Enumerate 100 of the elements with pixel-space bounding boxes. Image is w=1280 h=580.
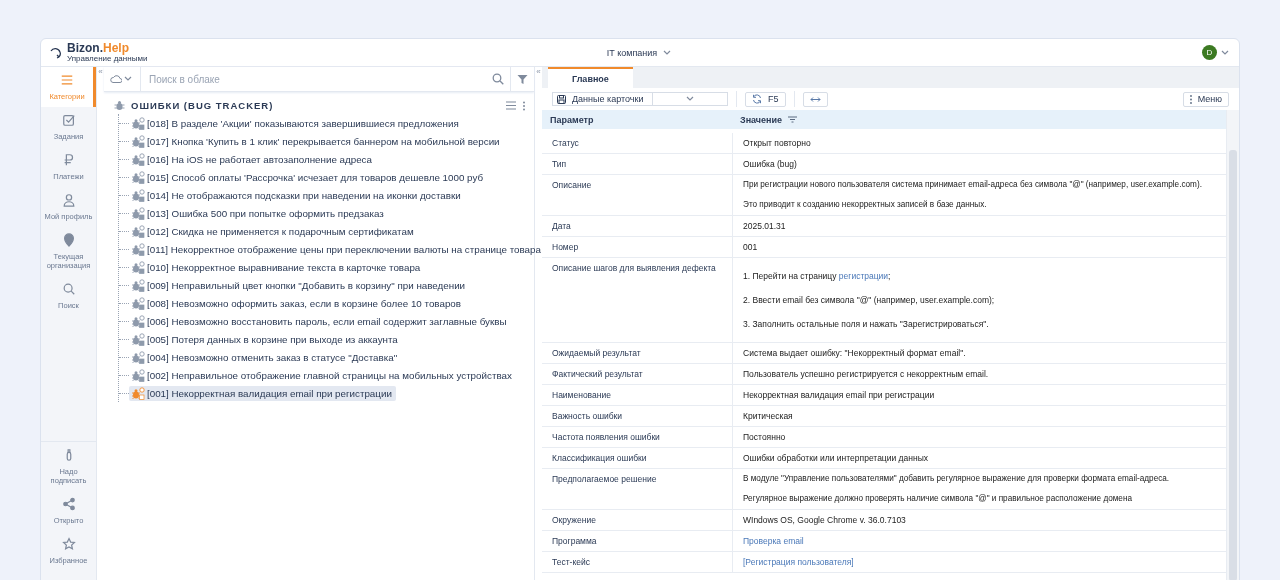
bug-icon <box>131 260 145 274</box>
bug-icon <box>131 170 145 184</box>
refresh-icon <box>752 94 762 104</box>
search-field[interactable]: Поиск в облаке <box>141 73 486 85</box>
menu-button[interactable]: Меню <box>1182 91 1229 107</box>
value-cell-text: Некорректная валидация email при регистрации <box>743 389 936 402</box>
parameter-cell-text: Фактический результат <box>551 368 644 381</box>
refresh-button[interactable]: F5 <box>745 91 786 107</box>
brand-name: Bizon.Help <box>67 42 130 54</box>
tree-item[interactable]: [006] Невозможно восстановить пароль, если email содержит заглавные буквы <box>129 313 511 329</box>
search-icon <box>61 282 76 296</box>
parameter-cell-text: Статус <box>551 137 580 150</box>
expand-button[interactable] <box>802 91 828 107</box>
tree-item[interactable]: [005] Потеря данных в корзине при выходе из аккаунта <box>129 331 402 347</box>
value-cell-text: Ошибка (bug) <box>743 158 798 171</box>
column-header: Параметр <box>549 114 595 125</box>
value-link[interactable]: Проверка email <box>743 536 804 546</box>
more-icon[interactable] <box>522 100 526 111</box>
parameter-cell-text: Классификация ошибки <box>551 452 648 465</box>
bug-icon <box>131 314 145 328</box>
tree-item[interactable]: [004] Невозможно отменить заказ в статусе "Доставка" <box>129 349 402 365</box>
share-icon <box>61 497 76 511</box>
pin-icon <box>61 233 76 247</box>
step-text: 2. Ввести email без символа "@" (например, user.example.com); <box>743 294 996 307</box>
list-icon[interactable] <box>506 101 516 110</box>
value-cell-text: 2025.01.31 <box>743 220 787 233</box>
filter-icon <box>517 73 528 85</box>
value-paragraph: Регулярное выражение должно проверять наличие символа "@" и правильное расположение домена <box>743 493 1133 505</box>
tree-item[interactable]: [016] На iOS не работает автозаполнение адреса <box>129 151 376 167</box>
bug-icon <box>131 296 145 310</box>
parameter-cell-text: Дата <box>551 220 572 233</box>
value-paragraph: При регистрации нового пользователя система принимает email-адреса без символа "@" (например, user.example.com). <box>743 179 1203 191</box>
value-cell-text: Система выдает ошибку: "Некорректный формат email". <box>743 347 967 360</box>
parameter-cell-text: Номер <box>551 241 580 254</box>
bug-icon <box>131 152 145 166</box>
horizontal-arrows-icon <box>809 95 821 103</box>
person-icon <box>61 193 76 207</box>
tree-item[interactable]: [002] Неправильное отображение главной страницы на мобильных устройствах <box>129 367 516 383</box>
menu-icon <box>60 73 74 87</box>
tree-item[interactable]: [001] Некорректная валидация email при регистрации <box>129 385 396 401</box>
bug-icon <box>131 278 145 292</box>
brand-subtitle: Управление данными <box>67 55 148 63</box>
chevron-down-icon <box>663 49 672 56</box>
bug-icon <box>131 206 145 220</box>
step-text: 3. Заполнить остальные поля и нажать "Зарегистрироваться". <box>743 318 990 331</box>
bug-icon <box>131 116 145 130</box>
value-paragraph: Это приводит к созданию некорректных записей в базе данных. <box>743 199 988 211</box>
bug-icon <box>131 386 145 400</box>
chevron-down-icon[interactable] <box>1221 49 1229 56</box>
column-header: Значение <box>740 114 783 125</box>
tree-item[interactable]: [018] В разделе 'Акции' показываются завершившиеся предложения <box>129 115 463 131</box>
value-cell-text: Ошибки обработки или интерпретации данных <box>743 452 930 465</box>
bug-icon <box>131 188 145 202</box>
step-text: 1. Перейти на страницу регистрации; <box>743 270 892 283</box>
value-paragraph: В модуле "Управление пользователями" добавить регулярное выражение для проверки формата email-адреса. <box>743 473 1171 485</box>
tree-item[interactable]: [010] Некорректное выравнивание текста в карточке товара <box>129 259 425 275</box>
parameter-cell-text: Важность ошибки <box>551 410 624 423</box>
scrollbar[interactable] <box>1227 110 1239 580</box>
bug-icon <box>131 368 145 382</box>
parameter-cell-text: Программа <box>551 535 598 548</box>
bug-icon <box>131 350 145 364</box>
tree-item[interactable]: [011] Некорректное отображение цены при переключении валюты на странице товара <box>129 241 545 257</box>
tab[interactable]: Главное <box>548 67 633 88</box>
parameter-cell-text: Описание <box>551 179 593 192</box>
star-icon <box>61 537 76 551</box>
value-cell-text: Критическая <box>743 410 794 423</box>
bug-icon <box>131 224 145 238</box>
chevron-down-icon <box>686 96 694 102</box>
bug-icon <box>131 332 145 346</box>
parameter-cell-text: Ожидаемый результат <box>551 347 642 360</box>
filter-lines-icon[interactable] <box>788 116 798 123</box>
save-icon <box>557 94 566 104</box>
chevron-down-icon <box>124 76 132 82</box>
value-cell-text: 001 <box>743 241 759 254</box>
value-link[interactable]: [Регистрация пользователя] <box>743 557 854 567</box>
tree-item[interactable]: [012] Скидка не применяется к подарочным сертификатам <box>129 223 418 239</box>
bug-icon <box>131 242 145 256</box>
checkbox-icon <box>61 113 76 127</box>
value-cell-text: Постоянно <box>743 431 787 444</box>
tree-item[interactable]: [014] Не отображаются подсказки при наведении на иконки доставки <box>129 187 465 203</box>
tree-item[interactable]: [008] Невозможно оформить заказ, если в корзине более 10 товаров <box>129 295 465 311</box>
bug-icon <box>131 134 145 148</box>
more-icon <box>1189 94 1192 104</box>
value-cell-text: WIndows OS, Google Chrome v. 36.0.7103 <box>743 514 907 527</box>
user-avatar[interactable]: D <box>1202 45 1217 60</box>
tree-item[interactable]: [013] Ошибка 500 при попытке оформить предзаказ <box>129 205 388 221</box>
parameter-cell-text: Описание шагов для выявления дефекта <box>551 262 717 275</box>
value-cell-text: Открыт повторно <box>743 137 812 150</box>
parameter-cell-text: Тест-кейс <box>551 556 591 569</box>
parameter-cell-text: Тип <box>551 158 568 171</box>
parameter-cell-text: Наименование <box>551 389 612 402</box>
tree-item[interactable]: [017] Кнопка 'Купить в 1 клик' перекрывается баннером на мобильной версии <box>129 133 504 149</box>
tree-item[interactable]: [009] Неправильный цвет кнопки "Добавить в корзину" при наведении <box>129 277 470 293</box>
card-select[interactable]: Данные карточки <box>552 92 728 106</box>
tree-title: ОШИБКИ (BUG TRACKER) <box>131 100 275 111</box>
search-icon <box>492 73 504 85</box>
parameter-cell-text: Предполагаемое решение <box>551 473 658 486</box>
bug-icon <box>114 100 125 111</box>
tree-item[interactable]: [015] Способ оплаты 'Рассрочка' исчезает для товаров дешевле 1000 руб <box>129 169 488 185</box>
value-cell-text: Пользователь успешно регистрируется с некорректным email. <box>743 368 990 381</box>
